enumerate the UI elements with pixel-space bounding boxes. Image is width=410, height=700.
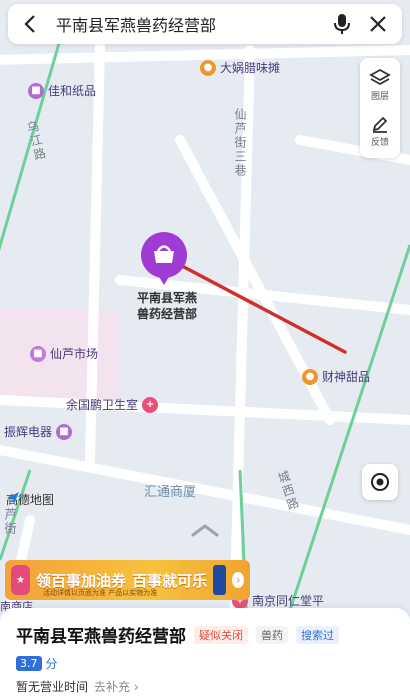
mascot-icon: ★	[11, 565, 31, 595]
hours-text: 暂无营业时间	[16, 680, 89, 694]
promo-banner[interactable]: ★ 领百事加油券 百事就可乐 › 活动详情以页面为准 产品以实物为准	[5, 560, 250, 600]
add-info-link[interactable]: 去补充 ›	[94, 678, 139, 695]
road	[0, 445, 410, 535]
place-name: 平南县军燕兽药经营部	[16, 627, 186, 647]
layers-label: 图层	[370, 92, 389, 102]
shop-icon: ■	[28, 82, 44, 99]
amap-logo-icon	[7, 492, 19, 504]
back-button[interactable]	[18, 12, 42, 36]
poi-clinic[interactable]: 余国鹏卫生室 +	[66, 396, 159, 413]
locate-icon	[371, 473, 389, 491]
poi-huitong[interactable]: 汇通商厦	[144, 481, 196, 500]
poi-dawok[interactable]: ● 大娲腊味摊	[200, 59, 280, 76]
banner-fine-print: 活动详情以页面为准 产品以实物为准	[43, 589, 158, 597]
shop-icon: ■	[30, 345, 46, 362]
road	[0, 395, 410, 425]
layers-button[interactable]: 图层	[369, 68, 391, 102]
amap-logo: 高德地图	[6, 492, 55, 507]
microphone-icon	[334, 14, 350, 34]
rating-score: 3.7	[16, 656, 42, 671]
basket-icon	[154, 251, 174, 263]
shop-icon: ■	[56, 423, 73, 440]
poi-zhenhui[interactable]: 振辉电器 ■	[4, 423, 73, 440]
place-marker[interactable]	[140, 231, 188, 287]
marker-label: 平南县军燕 兽药经营部	[136, 291, 197, 321]
edit-pen-icon	[372, 116, 388, 133]
chevron-right-icon[interactable]: ›	[232, 572, 244, 588]
category-badge: 兽药	[256, 625, 288, 644]
road-label-xianlu-lane3: 仙芦街三巷	[233, 108, 247, 178]
search-bar[interactable]: 平南县军燕兽药经营部	[8, 4, 402, 44]
closed-badge: 疑似关闭	[194, 625, 248, 644]
rating-unit: 分	[45, 657, 58, 671]
voice-button[interactable]	[328, 10, 356, 38]
poi-xianlu-market[interactable]: ■ 仙芦市场	[30, 345, 98, 362]
poi-jiahe[interactable]: ■ 佳和纸品	[28, 82, 96, 99]
close-button[interactable]	[364, 10, 392, 38]
feedback-label: 反馈	[370, 138, 389, 148]
food-icon: ●	[200, 59, 216, 76]
layers-icon	[369, 68, 391, 86]
road-label-xianlu-street: 芦街	[3, 508, 17, 536]
chevron-up-icon[interactable]	[190, 522, 220, 538]
feedback-button[interactable]: 反馈	[370, 114, 390, 148]
close-icon	[370, 16, 386, 32]
map-controls-panel: 图层 反馈	[360, 58, 400, 158]
searched-badge: 搜索过	[296, 625, 339, 644]
medical-cross-icon: +	[142, 396, 159, 413]
locate-button[interactable]	[362, 464, 398, 500]
search-title[interactable]: 平南县军燕兽药经营部	[56, 12, 320, 36]
food-icon: ●	[302, 368, 318, 385]
soda-can-icon	[213, 565, 227, 595]
place-card[interactable]: 平南县军燕兽药经营部 疑似关闭 兽药 搜索过 3.7 分 暂无营业时间 去补充 …	[0, 608, 410, 700]
chevron-left-icon	[24, 15, 35, 33]
poi-caishen[interactable]: ● 财神甜品	[302, 368, 370, 385]
